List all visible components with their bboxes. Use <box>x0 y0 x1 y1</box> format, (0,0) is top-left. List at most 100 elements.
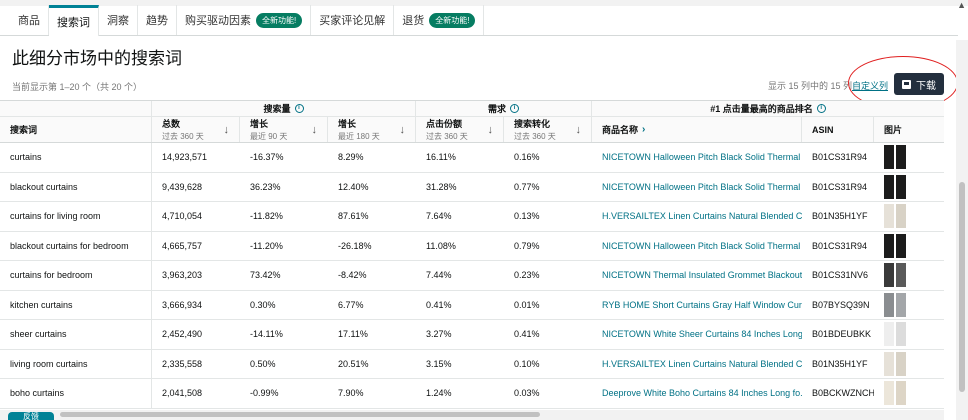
growth-90-cell: -11.82% <box>250 211 283 222</box>
scroll-up-icon[interactable]: ▲ <box>957 0 966 10</box>
col-sub: 最近 90 天 <box>250 132 288 141</box>
product-name-link[interactable]: NICETOWN White Sheer Curtains 84 Inches … <box>592 320 802 349</box>
curtain-panel-image <box>896 174 906 199</box>
col-sub: 过去 360 天 <box>162 132 204 141</box>
horizontal-scroll-thumb[interactable] <box>60 412 540 417</box>
product-thumbnail[interactable] <box>884 204 906 229</box>
asin-cell: B01CS31NV6 <box>812 270 869 281</box>
growth-90-cell: -14.11% <box>250 329 283 340</box>
sort-arrow-icon[interactable]: ↓ <box>488 124 494 136</box>
col-asin: ASIN <box>802 117 874 142</box>
asin-cell: B01CS31R94 <box>812 152 868 163</box>
sort-arrow-icon[interactable]: ↓ <box>224 124 230 136</box>
product-thumbnail[interactable] <box>884 174 906 199</box>
tab-insights[interactable]: 洞察 <box>99 5 138 35</box>
total-cell: 2,041,508 <box>162 388 203 399</box>
keyword-cell: living room curtains <box>0 349 152 378</box>
tab-label: 商品 <box>18 15 40 27</box>
image-cell <box>874 291 944 320</box>
col-conversion[interactable]: 搜索转化 过去 360 天 ↓ <box>504 117 592 142</box>
image-cell <box>874 173 944 202</box>
image-cell <box>874 143 944 172</box>
product-name-link[interactable]: Deeprove White Boho Curtains 84 Inches L… <box>592 379 802 408</box>
table-row: sheer curtains 2,452,490 -14.11% 17.11% 3.27… <box>0 320 944 350</box>
curtain-panel-image <box>884 174 894 199</box>
vertical-scroll-thumb[interactable] <box>959 182 965 392</box>
col-label: 总数 <box>162 119 181 129</box>
col-click-share[interactable]: 点击份额 过去 360 天 ↓ <box>416 117 504 142</box>
product-thumbnail[interactable] <box>884 292 906 317</box>
image-cell <box>874 379 944 408</box>
total-cell: 4,665,757 <box>162 240 203 251</box>
keyword-cell: blackout curtains <box>0 172 152 201</box>
product-thumbnail[interactable] <box>884 233 906 258</box>
product-thumbnail[interactable] <box>884 322 906 347</box>
keyword-cell: curtains <box>0 143 152 172</box>
asin-cell: B07BYSQ39N <box>812 299 870 310</box>
sort-arrow-icon[interactable]: ↓ <box>400 124 406 136</box>
image-cell <box>874 350 944 379</box>
group-top-product: #1 点击量最高的商品排名 i <box>592 101 944 116</box>
tab-purchase-drivers[interactable]: 购买驱动因素 全新功能! <box>177 5 312 35</box>
click-share-cell: 11.08% <box>426 240 456 251</box>
tab-returns[interactable]: 退货 全新功能! <box>394 5 485 35</box>
tab-review-insights[interactable]: 买家评论见解 <box>311 5 395 35</box>
product-name-link[interactable]: NICETOWN Halloween Pitch Black Solid The… <box>592 173 802 202</box>
tab-trends[interactable]: 趋势 <box>138 5 177 35</box>
click-share-cell: 16.11% <box>426 152 456 163</box>
info-icon[interactable]: i <box>294 104 304 113</box>
image-cell <box>874 320 944 349</box>
keyword-cell: curtains for living room <box>0 202 152 231</box>
col-product-name[interactable]: 商品名称 › <box>592 117 802 142</box>
asin-cell: B01BDEUBKK <box>812 329 872 340</box>
product-name-link[interactable]: NICETOWN Halloween Pitch Black Solid The… <box>592 143 802 172</box>
keyword-cell: curtains for bedroom <box>0 261 152 290</box>
conversion-cell: 0.16% <box>514 152 540 163</box>
col-growth-90[interactable]: 增长 最近 90 天 ↓ <box>240 117 328 142</box>
table-row: kitchen curtains 3,666,934 0.30% 6.77% 0.41%… <box>0 290 944 320</box>
click-share-cell: 31.28% <box>426 181 457 192</box>
feedback-button[interactable]: 反馈 <box>8 412 54 420</box>
col-sub: 过去 360 天 <box>514 132 556 141</box>
asin-cell: B01N35H1YF <box>812 358 868 369</box>
product-name-link[interactable]: H.VERSAILTEX Linen Curtains Natural Blen… <box>592 350 802 379</box>
product-thumbnail[interactable] <box>884 381 906 406</box>
product-name-link[interactable]: NICETOWN Thermal Insulated Grommet Black… <box>592 261 802 290</box>
growth-90-cell: -0.99% <box>250 388 279 399</box>
product-name-link[interactable]: H.VERSAILTEX Linen Curtains Natural Blen… <box>592 202 802 231</box>
product-name-link[interactable]: RYB HOME Short Curtains Gray Half Window… <box>592 291 802 320</box>
tab-search-terms[interactable]: 搜索词 <box>49 5 99 36</box>
product-thumbnail[interactable] <box>884 145 906 170</box>
tab-products[interactable]: 商品 <box>10 5 49 35</box>
asin-cell: B01N35H1YF <box>812 211 868 222</box>
col-total[interactable]: 总数过去 360 天 ↓ <box>152 117 240 142</box>
growth-180-cell: -26.18% <box>338 240 372 251</box>
info-icon[interactable]: i <box>816 104 826 113</box>
table-row: curtains 14,923,571 -16.37% 8.29% 16.11% 0.16… <box>0 143 944 173</box>
tab-label: 退货 <box>402 15 425 27</box>
curtain-panel-image <box>896 204 906 229</box>
curtain-panel-image <box>884 351 894 376</box>
conversion-cell: 0.01% <box>514 299 540 310</box>
conversion-cell: 0.03% <box>514 388 540 399</box>
curtain-panel-image <box>884 145 894 170</box>
tab-bar: 商品 搜索词 洞察 趋势 购买驱动因素 全新功能! 买家评论见解 退货 全新功能! <box>0 5 958 36</box>
results-count: 当前显示第 1–20 个（共 20 个） <box>12 82 143 92</box>
sort-arrow-icon[interactable]: ↓ <box>312 124 318 136</box>
sort-arrow-icon[interactable]: ↓ <box>576 124 582 136</box>
group-header-row: 搜索量 i 需求 i #1 点击量最高的商品排名 i <box>0 101 944 117</box>
group-label: 需求 <box>487 104 506 114</box>
click-share-cell: 7.64% <box>426 211 452 222</box>
tab-label: 搜索词 <box>57 17 90 29</box>
new-feature-badge: 全新功能! <box>256 12 303 28</box>
col-growth-180[interactable]: 增长 最近 180 天 ↓ <box>328 117 416 142</box>
curtain-panel-image <box>896 322 906 347</box>
curtain-panel-image <box>884 233 894 258</box>
product-thumbnail[interactable] <box>884 263 906 288</box>
product-name-link[interactable]: NICETOWN Halloween Pitch Black Solid The… <box>592 232 802 261</box>
info-icon[interactable]: i <box>510 104 519 113</box>
product-thumbnail[interactable] <box>884 351 906 376</box>
column-header-row: 搜索词 总数 过去 360 天 ↓ 增长 最近 90 天 ↓ 增长 最近 180 天 ↓ 点… <box>0 117 944 143</box>
curtain-panel-image <box>884 381 894 406</box>
keyword-cell: sheer curtains <box>0 320 152 349</box>
